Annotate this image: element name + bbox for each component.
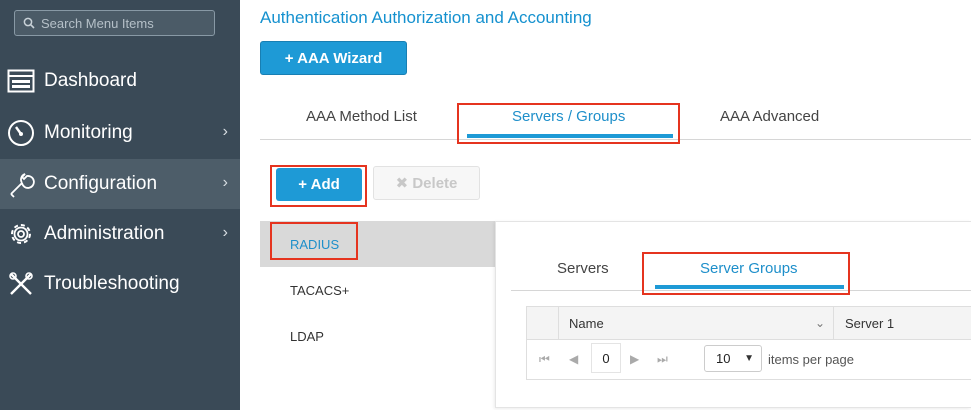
pager: ⏮ ◀ 0 ▶ ⏭ 10 ▼ items per page bbox=[527, 340, 971, 380]
last-page-icon[interactable]: ⏭ bbox=[657, 352, 668, 367]
select-column[interactable] bbox=[527, 307, 559, 340]
wrench-icon bbox=[6, 169, 36, 199]
sidebar-item-label: Configuration bbox=[44, 173, 158, 194]
next-page-icon[interactable]: ▶ bbox=[630, 352, 639, 366]
sidebar-item-administration[interactable]: Administration › bbox=[0, 209, 240, 259]
delete-button[interactable]: ✖ Delete bbox=[373, 166, 480, 200]
app-root: Dashboard Monitoring › Configuration bbox=[0, 0, 971, 410]
aaa-wizard-button[interactable]: + AAA Wizard bbox=[260, 41, 407, 75]
column-header-server1[interactable]: Server 1 bbox=[835, 307, 971, 340]
tools-icon bbox=[6, 269, 36, 299]
highlight-box bbox=[642, 252, 850, 295]
column-header-name[interactable]: Name ⌄ bbox=[559, 307, 834, 340]
sidebar-item-configuration[interactable]: Configuration › bbox=[0, 159, 240, 209]
tab-servers[interactable]: Servers bbox=[557, 260, 609, 277]
column-label: Server 1 bbox=[845, 316, 895, 331]
tab-aaa-method-list[interactable]: AAA Method List bbox=[306, 108, 417, 125]
sidebar-item-dashboard[interactable]: Dashboard bbox=[0, 56, 240, 106]
sidebar-item-label: Monitoring bbox=[44, 122, 133, 143]
chevron-down-icon[interactable]: ⌄ bbox=[815, 316, 825, 330]
sidebar-item-label: Dashboard bbox=[44, 70, 137, 91]
highlight-box bbox=[270, 165, 367, 207]
first-page-icon[interactable]: ⏮ bbox=[539, 352, 550, 367]
tab-aaa-advanced[interactable]: AAA Advanced bbox=[720, 108, 819, 125]
sidebar: Dashboard Monitoring › Configuration bbox=[0, 0, 240, 410]
server-groups-table: Name ⌄ Server 1 ⏮ ◀ 0 ▶ ⏭ 10 ▼ items per… bbox=[526, 306, 971, 380]
gauge-icon bbox=[6, 118, 36, 148]
search-input[interactable] bbox=[41, 15, 211, 31]
table-header: Name ⌄ Server 1 bbox=[527, 307, 971, 340]
search-box[interactable] bbox=[14, 10, 215, 36]
column-label: Name bbox=[569, 316, 604, 331]
items-per-page-select[interactable]: 10 ▼ bbox=[704, 345, 762, 372]
highlight-box bbox=[270, 222, 358, 260]
dashboard-icon bbox=[6, 66, 36, 96]
chevron-right-icon: › bbox=[222, 224, 228, 241]
per-page-value: 10 bbox=[716, 351, 731, 366]
per-page-label: items per page bbox=[768, 352, 854, 367]
sidebar-item-label: Troubleshooting bbox=[44, 273, 180, 294]
highlight-box bbox=[457, 103, 680, 144]
sidebar-item-monitoring[interactable]: Monitoring › bbox=[0, 108, 240, 158]
page-number: 0 bbox=[591, 343, 621, 373]
list-item-ldap[interactable]: LDAP bbox=[260, 313, 496, 359]
gear-icon bbox=[6, 219, 36, 249]
prev-page-icon[interactable]: ◀ bbox=[569, 352, 578, 366]
chevron-right-icon: › bbox=[222, 123, 228, 140]
search-icon bbox=[23, 17, 35, 29]
page-title: Authentication Authorization and Account… bbox=[260, 8, 592, 27]
caret-down-icon: ▼ bbox=[744, 353, 754, 364]
sidebar-item-troubleshooting[interactable]: Troubleshooting bbox=[0, 259, 240, 309]
chevron-right-icon: › bbox=[222, 174, 228, 191]
sidebar-item-label: Administration bbox=[44, 223, 165, 244]
list-item-tacacs[interactable]: TACACS+ bbox=[260, 267, 496, 313]
